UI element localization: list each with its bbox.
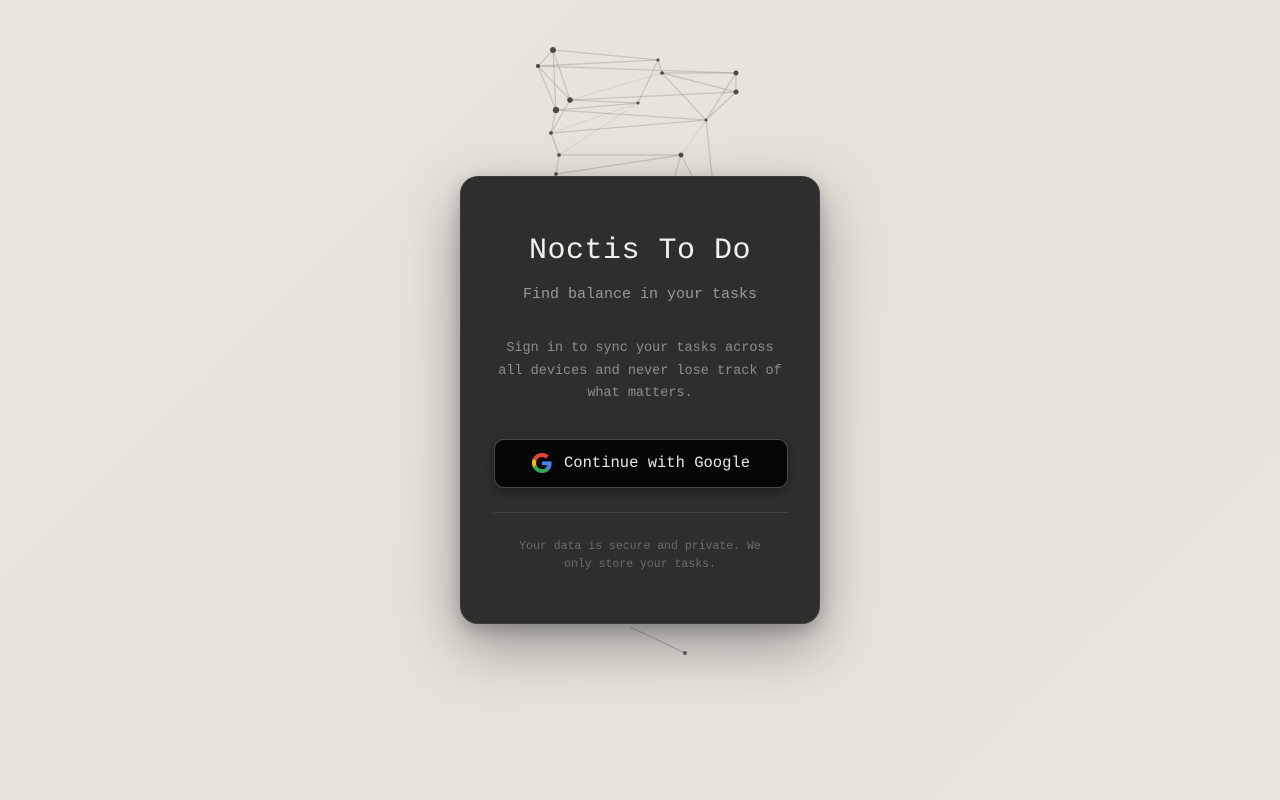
app-subtitle: Find balance in your tasks (522, 286, 758, 303)
signin-card: Noctis To Do Find balance in your tasks … (460, 176, 820, 624)
privacy-note: Your data is secure and private. We only… (519, 539, 761, 571)
continue-with-google-label: Continue with Google (563, 454, 751, 472)
google-g-icon (531, 453, 552, 473)
continue-with-google-button[interactable]: Continue with Google (494, 438, 788, 488)
app-title: Noctis To Do (528, 234, 752, 268)
signin-description: Sign in to sync your tasks across all de… (498, 341, 782, 401)
divider (494, 511, 788, 513)
